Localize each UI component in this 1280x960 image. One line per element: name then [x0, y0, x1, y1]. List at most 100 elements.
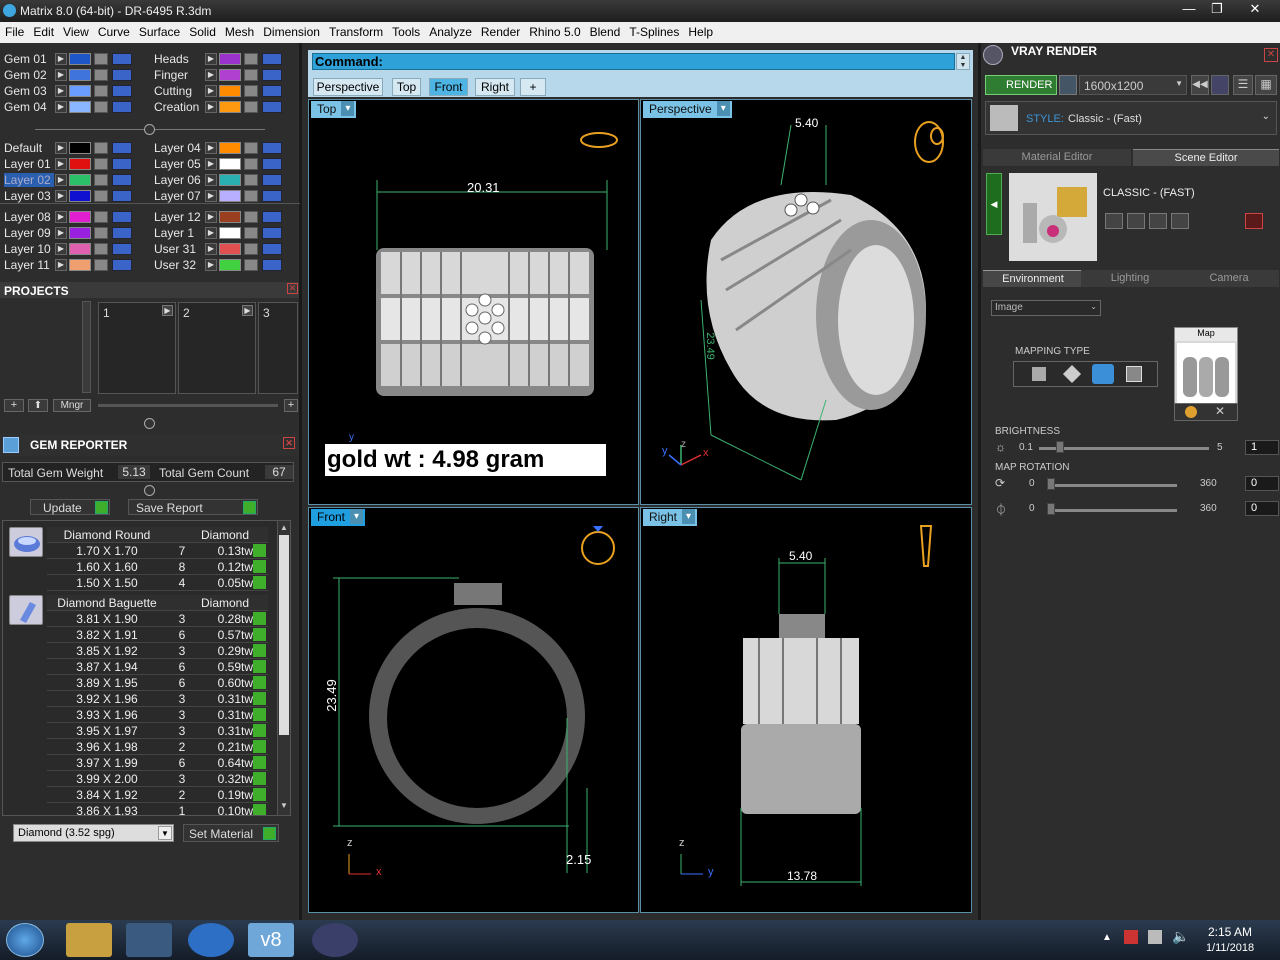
table-row[interactable]: 3.97 X 1.99 6 0.64tw [47, 755, 268, 771]
style-selector[interactable]: STYLE: Classic - (Fast) ⌄ [985, 101, 1277, 135]
lock-icon[interactable] [94, 69, 108, 81]
play-icon[interactable]: ▶ [162, 305, 173, 316]
close-icon[interactable]: ✕ [287, 283, 298, 294]
scroll-down-icon[interactable]: ▼ [279, 801, 289, 811]
expand-arrow-icon[interactable]: ▶ [205, 85, 217, 97]
visibility-icon[interactable] [262, 158, 282, 170]
environment-type-select[interactable]: Image ⌄ [991, 300, 1101, 316]
expand-arrow-icon[interactable]: ▶ [205, 158, 217, 170]
viewport-front[interactable]: Front 23.49 2.15 z x [308, 507, 639, 913]
layer-row[interactable]: Layer 1 ▶ [150, 225, 298, 241]
network-icon[interactable] [1148, 930, 1162, 944]
expand-arrow-icon[interactable]: ▶ [205, 190, 217, 202]
expand-arrow-icon[interactable]: ▶ [55, 53, 67, 65]
menu-surface[interactable]: Surface [134, 22, 184, 39]
layer-row[interactable]: Layer 11 ▶ [0, 257, 148, 273]
menu-view[interactable]: View [58, 22, 93, 39]
file-explorer-icon[interactable] [66, 923, 112, 957]
expand-arrow-icon[interactable]: ▶ [55, 142, 67, 154]
history-back-icon[interactable]: ◀◀ [1191, 75, 1209, 95]
select-gem-icon[interactable] [253, 772, 266, 785]
expand-arrow-icon[interactable]: ▶ [205, 142, 217, 154]
visibility-icon[interactable] [262, 174, 282, 186]
select-gem-icon[interactable] [253, 756, 266, 769]
expand-arrow-icon[interactable]: ▶ [205, 53, 217, 65]
layer-name[interactable]: Gem 02 [4, 68, 54, 82]
menu-blend[interactable]: Blend [585, 22, 625, 39]
table-row[interactable]: 3.85 X 1.92 3 0.29tw [47, 643, 268, 659]
save-report-button[interactable]: Save Report [128, 499, 258, 515]
scroll-thumb[interactable] [279, 535, 289, 735]
clock-time[interactable]: 2:15 AM [1200, 925, 1260, 939]
rotation-slider-vertical[interactable] [1047, 509, 1177, 512]
table-row[interactable]: 1.60 X 1.60 8 0.12tw [47, 559, 268, 575]
ring-app-icon[interactable] [312, 923, 358, 957]
layer-name[interactable]: Heads [154, 52, 204, 66]
menu-solid[interactable]: Solid [184, 22, 220, 39]
collapse-handle[interactable] [144, 485, 155, 496]
expand-arrow-icon[interactable]: ▶ [205, 101, 217, 113]
table-row[interactable]: 3.96 X 1.98 2 0.21tw [47, 739, 268, 755]
expand-arrow-icon[interactable]: ▶ [205, 211, 217, 223]
lock-icon[interactable] [94, 85, 108, 97]
visibility-icon[interactable] [262, 53, 282, 65]
lock-icon[interactable] [94, 174, 108, 186]
expand-arrow-icon[interactable]: ▶ [55, 85, 67, 97]
layer-row[interactable]: Layer 03 ▶ [0, 188, 148, 204]
menu-file[interactable]: File [0, 22, 28, 39]
lock-icon[interactable] [94, 53, 108, 65]
projects-scrollbar[interactable] [82, 301, 91, 393]
layer-color-swatch[interactable] [69, 101, 91, 113]
layer-color-swatch[interactable] [69, 190, 91, 202]
menu-curve[interactable]: Curve [93, 22, 134, 39]
select-gem-icon[interactable] [253, 576, 266, 589]
layer-row[interactable]: Layer 09 ▶ [0, 225, 148, 241]
list-icon[interactable]: ☰ [1233, 75, 1253, 95]
layer-row[interactable]: Heads ▶ [150, 51, 298, 67]
layer-color-swatch[interactable] [69, 142, 91, 154]
tab-scene-editor[interactable]: Scene Editor [1133, 149, 1279, 166]
rotation-value-horizontal[interactable]: 0 [1245, 476, 1279, 491]
visibility-icon[interactable] [262, 259, 282, 271]
expand-arrow-icon[interactable]: ▶ [205, 243, 217, 255]
layer-color-swatch[interactable] [69, 211, 91, 223]
menu-help[interactable]: Help [683, 22, 717, 39]
lock-icon[interactable] [94, 227, 108, 239]
layer-name[interactable]: Layer 05 [154, 157, 204, 171]
lock-icon[interactable] [94, 101, 108, 113]
expand-arrow-icon[interactable]: ▶ [205, 227, 217, 239]
spherical-mapping-icon[interactable] [1092, 364, 1114, 384]
visibility-icon[interactable] [112, 158, 132, 170]
lock-icon[interactable] [94, 211, 108, 223]
brightness-slider[interactable] [1039, 447, 1209, 450]
layer-row[interactable]: Gem 02 ▶ [0, 67, 148, 83]
layer-row[interactable]: Gem 04 ▶ [0, 99, 148, 115]
import-preset-icon[interactable] [1149, 213, 1167, 229]
layer-row[interactable]: User 31 ▶ [150, 241, 298, 257]
layer-color-swatch[interactable] [69, 174, 91, 186]
lock-icon[interactable] [94, 158, 108, 170]
grid-icon[interactable]: ▦ [1255, 75, 1277, 95]
lock-icon[interactable] [244, 158, 258, 170]
visibility-icon[interactable] [112, 142, 132, 154]
tab-top[interactable]: Top [392, 78, 421, 96]
table-row[interactable]: 3.84 X 1.92 2 0.19tw [47, 787, 268, 803]
select-gem-icon[interactable] [253, 644, 266, 657]
tab-lighting[interactable]: Lighting [1081, 270, 1179, 287]
layer-color-swatch[interactable] [219, 174, 241, 186]
reset-icon[interactable] [1245, 213, 1263, 229]
layer-color-swatch[interactable] [219, 53, 241, 65]
menu-render[interactable]: Render [476, 22, 524, 39]
select-gem-icon[interactable] [253, 724, 266, 737]
start-button[interactable] [6, 923, 44, 957]
select-gem-icon[interactable] [253, 560, 266, 573]
manager-button[interactable]: Mngr [53, 399, 91, 412]
material-select[interactable]: Diamond (3.52 spg) ▼ [13, 824, 174, 842]
table-row[interactable]: 1.70 X 1.70 7 0.13tw [47, 543, 268, 559]
rotation-knob[interactable] [1047, 478, 1055, 490]
layer-name[interactable]: Layer 02 [4, 173, 54, 187]
expand-arrow-icon[interactable]: ▶ [205, 174, 217, 186]
layer-name[interactable]: Finger [154, 68, 204, 82]
visibility-icon[interactable] [262, 85, 282, 97]
select-gem-icon[interactable] [253, 676, 266, 689]
